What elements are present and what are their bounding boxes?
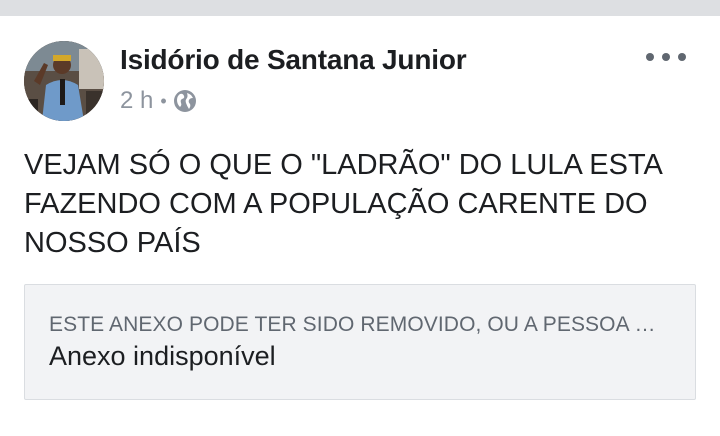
post-time[interactable]: 2 h (120, 87, 153, 115)
post-meta: 2 h • (120, 87, 197, 115)
more-dot (646, 53, 654, 61)
feed-separator (0, 0, 720, 16)
author-name[interactable]: Isidório de Santana Junior (120, 43, 467, 77)
globe-icon[interactable] (173, 89, 197, 113)
attachment-unavailable-label: Anexo indisponível (49, 341, 276, 371)
post-text: VEJAM SÓ O QUE O "LADRÃO" DO LULA ESTA F… (24, 149, 663, 259)
meta-separator: • (160, 90, 167, 111)
more-options-icon[interactable] (646, 48, 686, 66)
avatar-photo (24, 41, 104, 121)
author-avatar[interactable] (24, 41, 104, 121)
attachment-notice: ESTE ANEXO PODE TER SIDO REMOVIDO, OU A … (49, 313, 669, 336)
more-dot (678, 53, 686, 61)
unavailable-attachment[interactable]: ESTE ANEXO PODE TER SIDO REMOVIDO, OU A … (24, 284, 696, 400)
more-dot (662, 53, 670, 61)
feed-post: Isidório de Santana Junior 2 h • VEJAM S… (0, 16, 720, 436)
